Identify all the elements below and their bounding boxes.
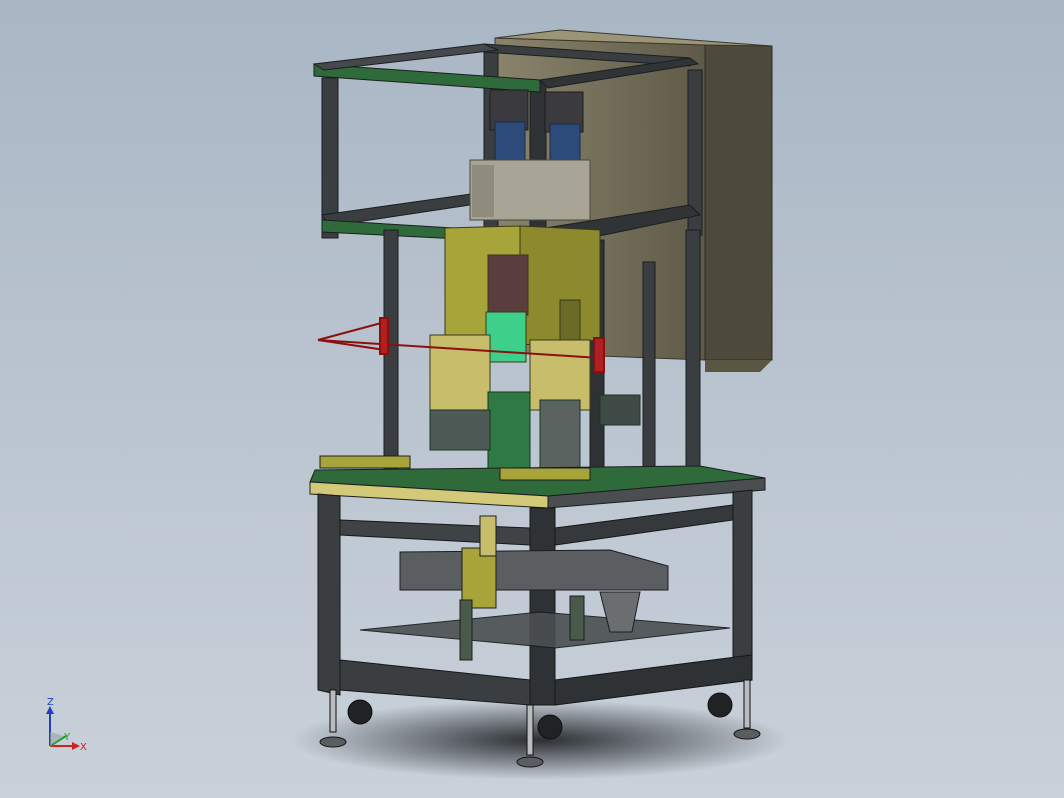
triad-y-label: Y [63,732,71,743]
triad-z-label: Z [47,697,54,708]
coordinate-triad: Z Y X [46,697,87,753]
machine-3d-model[interactable] [0,0,1064,798]
cad-viewport[interactable]: Z Y X [0,0,1064,798]
base-frame [317,489,753,706]
triad-x-label: X [80,742,87,753]
